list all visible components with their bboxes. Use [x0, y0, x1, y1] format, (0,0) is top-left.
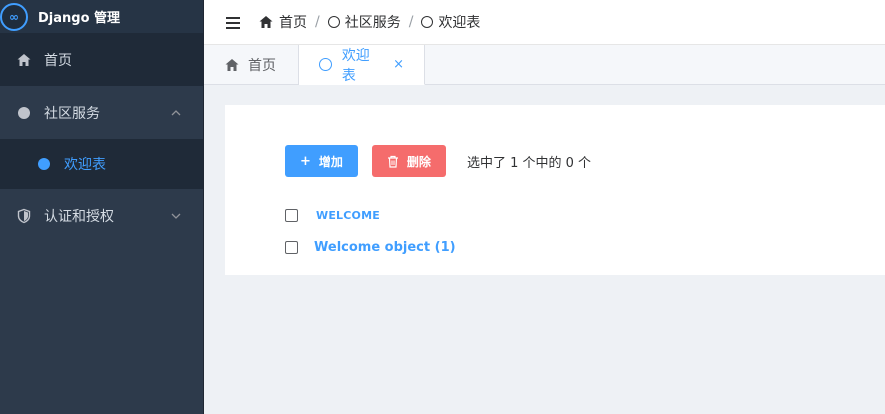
- sidebar-item-label: 社区服务: [44, 105, 100, 122]
- close-icon[interactable]: ×: [393, 57, 404, 72]
- tab-home[interactable]: 首页: [204, 45, 299, 85]
- home-icon: [16, 52, 32, 68]
- sidebar-item-label: 认证和授权: [44, 208, 114, 225]
- brand-title: Django 管理: [38, 11, 121, 26]
- circle-icon: [327, 16, 340, 28]
- top-header: 首页 / 社区服务 / 欢迎表: [204, 0, 885, 45]
- table-row: Welcome object (1): [285, 231, 456, 263]
- circle-icon: [421, 16, 434, 28]
- trash-icon: [387, 155, 399, 168]
- chevron-up-icon: [169, 106, 183, 120]
- action-toolbar: + 增加 删除 选中了 1 个中的 0 个: [285, 145, 591, 177]
- shield-icon: [16, 208, 32, 224]
- sidebar-item-label: 欢迎表: [64, 157, 106, 173]
- table-header-row: WELCOME: [285, 199, 456, 231]
- breadcrumb-separator: /: [408, 14, 414, 30]
- plus-icon: +: [300, 153, 311, 169]
- content-card: + 增加 删除 选中了 1 个中的 0 个 WELCOME Welcome ob…: [225, 105, 885, 275]
- tab-welcome-table[interactable]: 欢迎表 ×: [299, 45, 425, 85]
- breadcrumb-separator: /: [315, 14, 320, 30]
- sidebar-item-label: 首页: [44, 52, 72, 69]
- column-header-welcome[interactable]: WELCOME: [316, 209, 380, 222]
- tab-bar: 首页 欢迎表 ×: [204, 45, 885, 85]
- tab-label: 欢迎表: [341, 47, 370, 84]
- home-icon: [258, 14, 274, 30]
- sidebar: ∞ Django 管理 首页 社区服务 欢迎表 认证和授权: [0, 0, 204, 414]
- brand-header[interactable]: ∞ Django 管理: [0, 0, 203, 33]
- home-icon: [224, 57, 240, 73]
- circle-icon: [319, 58, 332, 71]
- django-logo-icon: ∞: [0, 2, 28, 31]
- circle-icon: [16, 105, 32, 121]
- breadcrumb-item-home[interactable]: 首页: [279, 12, 307, 32]
- select-all-checkbox[interactable]: [285, 208, 298, 222]
- circle-icon: [38, 158, 50, 170]
- delete-button-label: 删除: [406, 154, 431, 169]
- submenu-community-service: 欢迎表: [0, 139, 203, 189]
- sidebar-item-community-service[interactable]: 社区服务: [0, 86, 203, 139]
- row-link[interactable]: Welcome object (1): [314, 240, 456, 255]
- selection-counter: 选中了 1 个中的 0 个: [466, 155, 592, 171]
- row-checkbox[interactable]: [285, 240, 298, 254]
- tab-label: 首页: [248, 58, 276, 74]
- results-table: WELCOME Welcome object (1): [285, 199, 456, 263]
- sidebar-item-home[interactable]: 首页: [0, 33, 203, 86]
- chevron-down-icon: [169, 209, 183, 223]
- breadcrumb: 首页 / 社区服务 / 欢迎表: [258, 12, 480, 32]
- hamburger-menu-icon[interactable]: [226, 17, 240, 29]
- delete-button[interactable]: 删除: [371, 145, 446, 177]
- add-button[interactable]: + 增加: [285, 145, 358, 177]
- sidebar-item-welcome-table[interactable]: 欢迎表: [0, 139, 203, 189]
- sidebar-item-auth[interactable]: 认证和授权: [0, 189, 203, 242]
- add-button-label: 增加: [318, 154, 343, 169]
- breadcrumb-item-welcome-table: 欢迎表: [438, 15, 481, 31]
- breadcrumb-item-community-service[interactable]: 社区服务: [345, 12, 401, 32]
